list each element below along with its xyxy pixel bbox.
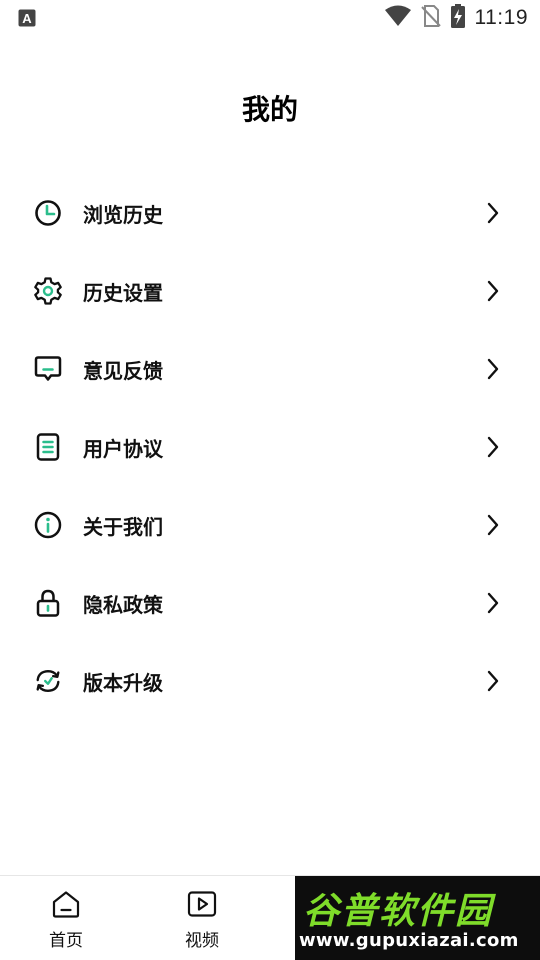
- menu-item-label: 历史设置: [83, 280, 163, 305]
- battery-charging-icon: [450, 4, 465, 32]
- chevron-right-icon: [487, 436, 499, 458]
- watermark-url: www.gupuxiazai.com: [299, 930, 519, 951]
- document-icon: [33, 432, 63, 462]
- chevron-right-icon: [487, 670, 499, 692]
- chevron-right-icon: [487, 280, 499, 302]
- a-keyboard-icon: A: [18, 9, 36, 31]
- menu-item-privacy-policy[interactable]: 隐私政策: [0, 564, 540, 642]
- clock-icon: [33, 198, 63, 228]
- menu-item-browse-history[interactable]: 浏览历史: [0, 174, 540, 252]
- menu-item-feedback[interactable]: 意见反馈: [0, 330, 540, 408]
- feedback-icon: [33, 354, 63, 384]
- menu-item-history-settings[interactable]: 历史设置: [0, 252, 540, 330]
- status-bar: A 11:19: [0, 0, 540, 36]
- watermark: 谷普软件园 www.gupuxiazai.com: [295, 876, 540, 960]
- chevron-right-icon: [487, 358, 499, 380]
- tab-label: 首页: [49, 931, 83, 951]
- home-icon: [51, 890, 81, 922]
- menu-item-label: 浏览历史: [83, 202, 163, 227]
- menu-item-label: 意见反馈: [83, 358, 163, 383]
- status-time: 11:19: [474, 6, 528, 29]
- gear-icon: [33, 276, 63, 306]
- chevron-right-icon: [487, 514, 499, 536]
- page-title: 我的: [241, 93, 298, 126]
- wifi-icon: [384, 5, 411, 31]
- menu-item-version-upgrade[interactable]: 版本升级: [0, 642, 540, 720]
- watermark-brand: 谷普软件园: [303, 891, 494, 932]
- tab-video[interactable]: 视频: [157, 890, 247, 951]
- menu-item-about-us[interactable]: 关于我们: [0, 486, 540, 564]
- tab-home[interactable]: 首页: [21, 890, 111, 951]
- chevron-right-icon: [487, 202, 499, 224]
- refresh-icon: [33, 666, 63, 696]
- menu-item-label: 版本升级: [83, 670, 163, 695]
- svg-text:A: A: [22, 11, 32, 26]
- lock-icon: [33, 588, 63, 618]
- menu-item-label: 隐私政策: [83, 592, 163, 617]
- settings-menu: 浏览历史 历史设置 意见反馈 用户协议 关于我们 隐私政策 版本升级: [0, 174, 540, 720]
- chevron-right-icon: [487, 592, 499, 614]
- no-sim-icon: [420, 5, 441, 31]
- menu-item-label: 关于我们: [83, 514, 163, 539]
- video-play-icon: [187, 890, 217, 922]
- menu-item-user-agreement[interactable]: 用户协议: [0, 408, 540, 486]
- menu-item-label: 用户协议: [83, 436, 163, 461]
- info-icon: [33, 510, 63, 540]
- tab-label: 视频: [185, 931, 219, 951]
